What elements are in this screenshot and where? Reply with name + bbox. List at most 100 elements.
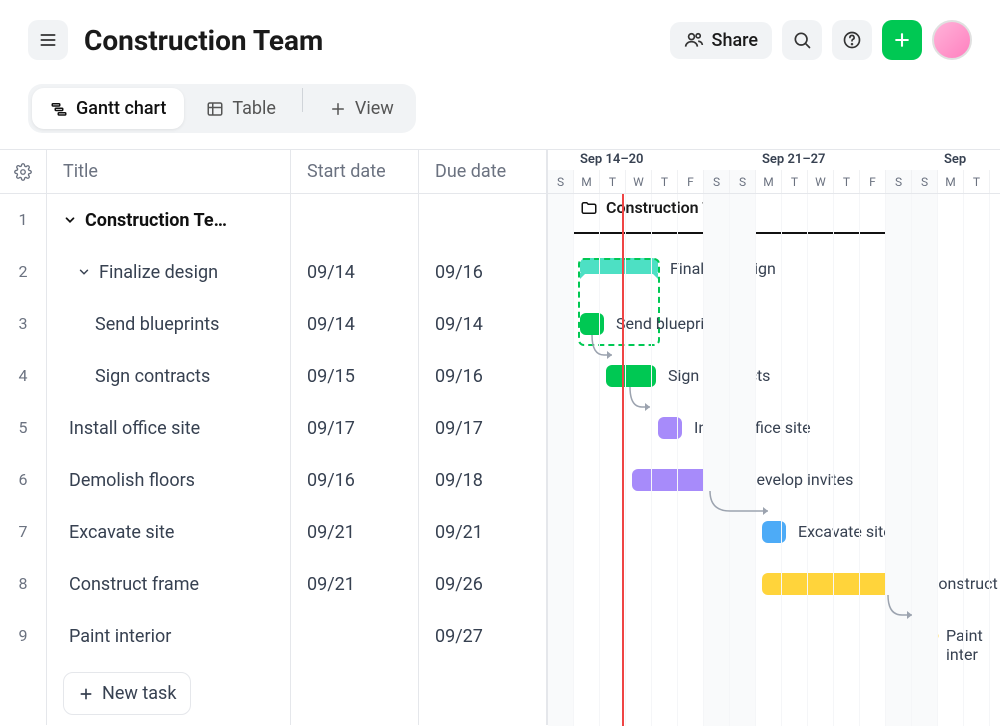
task-title: Install office site (69, 418, 200, 439)
date-cell[interactable]: 09/16 (291, 454, 418, 506)
search-icon (792, 30, 812, 50)
task-cell[interactable]: Install office site (47, 402, 290, 454)
date-cell[interactable]: 09/16 (419, 246, 546, 298)
column-header-due[interactable]: Due date (419, 150, 546, 194)
help-button[interactable] (832, 20, 872, 60)
page-title: Construction Team (84, 24, 323, 57)
avatar[interactable] (932, 20, 972, 60)
date-cell[interactable]: 09/16 (419, 350, 546, 402)
date-cell[interactable] (291, 610, 418, 662)
day-header-cell: F (678, 170, 704, 193)
column-start-date: Start date 09/14 09/14 09/15 09/17 09/16… (291, 150, 419, 725)
day-header-cell: T (600, 170, 626, 193)
dependency-arrow (710, 491, 780, 531)
row-number: 4 (0, 350, 46, 402)
task-cell[interactable]: Construction Te… (47, 194, 290, 246)
row-number: 2 (0, 246, 46, 298)
table-icon (206, 100, 224, 118)
tab-gantt[interactable]: Gantt chart (32, 88, 184, 129)
date-cell[interactable] (419, 194, 546, 246)
share-button[interactable]: Share (670, 22, 772, 59)
day-header-cell: M (574, 170, 600, 193)
date-cell[interactable]: 09/26 (419, 558, 546, 610)
date-cell[interactable]: 09/18 (419, 454, 546, 506)
day-header-cell: F (860, 170, 886, 193)
main-content: 1 2 3 4 5 6 7 8 9 Title Construction Te…… (0, 149, 1000, 725)
row-number: 5 (0, 402, 46, 454)
dependency-arrow (592, 335, 622, 375)
date-cell[interactable]: 09/15 (291, 350, 418, 402)
date-cell[interactable]: 09/14 (291, 246, 418, 298)
week-label: Sep 21–27 (756, 152, 938, 170)
plus-icon (329, 100, 347, 118)
table-settings-button[interactable] (0, 150, 46, 194)
dependency-arrow (630, 387, 660, 427)
tab-view-label: View (355, 98, 394, 119)
task-title: Excavate site (69, 522, 174, 543)
task-title: Construct frame (69, 574, 199, 595)
date-cell[interactable]: 09/21 (291, 558, 418, 610)
date-cell[interactable] (291, 194, 418, 246)
gantt-chart: Sep 14–20 Sep 21–27 Sep SMTWTFSSMTWTFSSM… (547, 149, 1000, 725)
task-cell[interactable]: Send blueprints (47, 298, 290, 350)
new-task-label: New task (102, 683, 176, 704)
date-cell[interactable]: 09/14 (291, 298, 418, 350)
task-cell[interactable]: Paint interior (47, 610, 290, 662)
task-cell[interactable]: Construct frame (47, 558, 290, 610)
date-cell[interactable]: 09/21 (291, 506, 418, 558)
day-header-cell: S (730, 170, 756, 193)
date-cell[interactable]: 09/21 (419, 506, 546, 558)
menu-icon (38, 30, 58, 50)
day-header-cell: T (834, 170, 860, 193)
task-title: Sign contracts (95, 366, 210, 387)
row-number-gutter: 1 2 3 4 5 6 7 8 9 (0, 150, 47, 725)
day-header-cell: M (756, 170, 782, 193)
today-indicator (622, 194, 624, 726)
task-cell[interactable]: Finalize design (47, 246, 290, 298)
date-cell[interactable]: 09/14 (419, 298, 546, 350)
dependency-arrow (888, 595, 928, 635)
help-icon (842, 30, 862, 50)
tab-gantt-label: Gantt chart (76, 98, 166, 119)
week-label: Sep 14–20 (574, 152, 756, 170)
day-header-cell: T (652, 170, 678, 193)
share-label: Share (712, 30, 758, 51)
row-number: 3 (0, 298, 46, 350)
search-button[interactable] (782, 20, 822, 60)
chevron-down-icon (63, 213, 77, 227)
task-cell[interactable]: Sign contracts (47, 350, 290, 402)
tab-table-label: Table (232, 98, 276, 119)
day-header-cell: W (808, 170, 834, 193)
people-icon (684, 30, 704, 50)
date-cell[interactable]: 09/17 (291, 402, 418, 454)
task-title: Send blueprints (95, 314, 219, 335)
row-number: 1 (0, 194, 46, 246)
plus-icon (78, 686, 94, 702)
column-header-title[interactable]: Title (47, 150, 290, 194)
task-cell[interactable]: Excavate site (47, 506, 290, 558)
header: Construction Team Share (0, 0, 1000, 76)
day-header-cell: S (548, 170, 574, 193)
task-cell[interactable]: Demolish floors (47, 454, 290, 506)
task-title: Finalize design (99, 262, 218, 283)
column-due-date: Due date 09/16 09/14 09/16 09/17 09/18 0… (419, 150, 547, 725)
day-header-cell: S (912, 170, 938, 193)
gear-icon (14, 163, 32, 181)
date-cell[interactable]: 09/17 (419, 402, 546, 454)
date-cell[interactable]: 09/27 (419, 610, 546, 662)
column-title: Title Construction Te… Finalize design S… (47, 150, 291, 725)
column-header-start[interactable]: Start date (291, 150, 418, 194)
new-task-button[interactable]: New task (63, 672, 191, 715)
day-header-cell: M (938, 170, 964, 193)
tab-new-view[interactable]: View (311, 88, 412, 129)
task-table: 1 2 3 4 5 6 7 8 9 Title Construction Te…… (0, 149, 547, 725)
gantt-timeline-header: Sep 14–20 Sep 21–27 Sep SMTWTFSSMTWTFSSM… (548, 150, 1000, 194)
add-button[interactable] (882, 20, 922, 60)
day-header-cell: T (782, 170, 808, 193)
tab-table[interactable]: Table (188, 88, 294, 129)
task-title: Construction Te… (85, 210, 227, 231)
row-number: 8 (0, 558, 46, 610)
menu-button[interactable] (28, 20, 68, 60)
day-header-cell: T (964, 170, 990, 193)
gantt-timeline[interactable]: Construction Team Finalize design Send b… (548, 194, 1000, 726)
